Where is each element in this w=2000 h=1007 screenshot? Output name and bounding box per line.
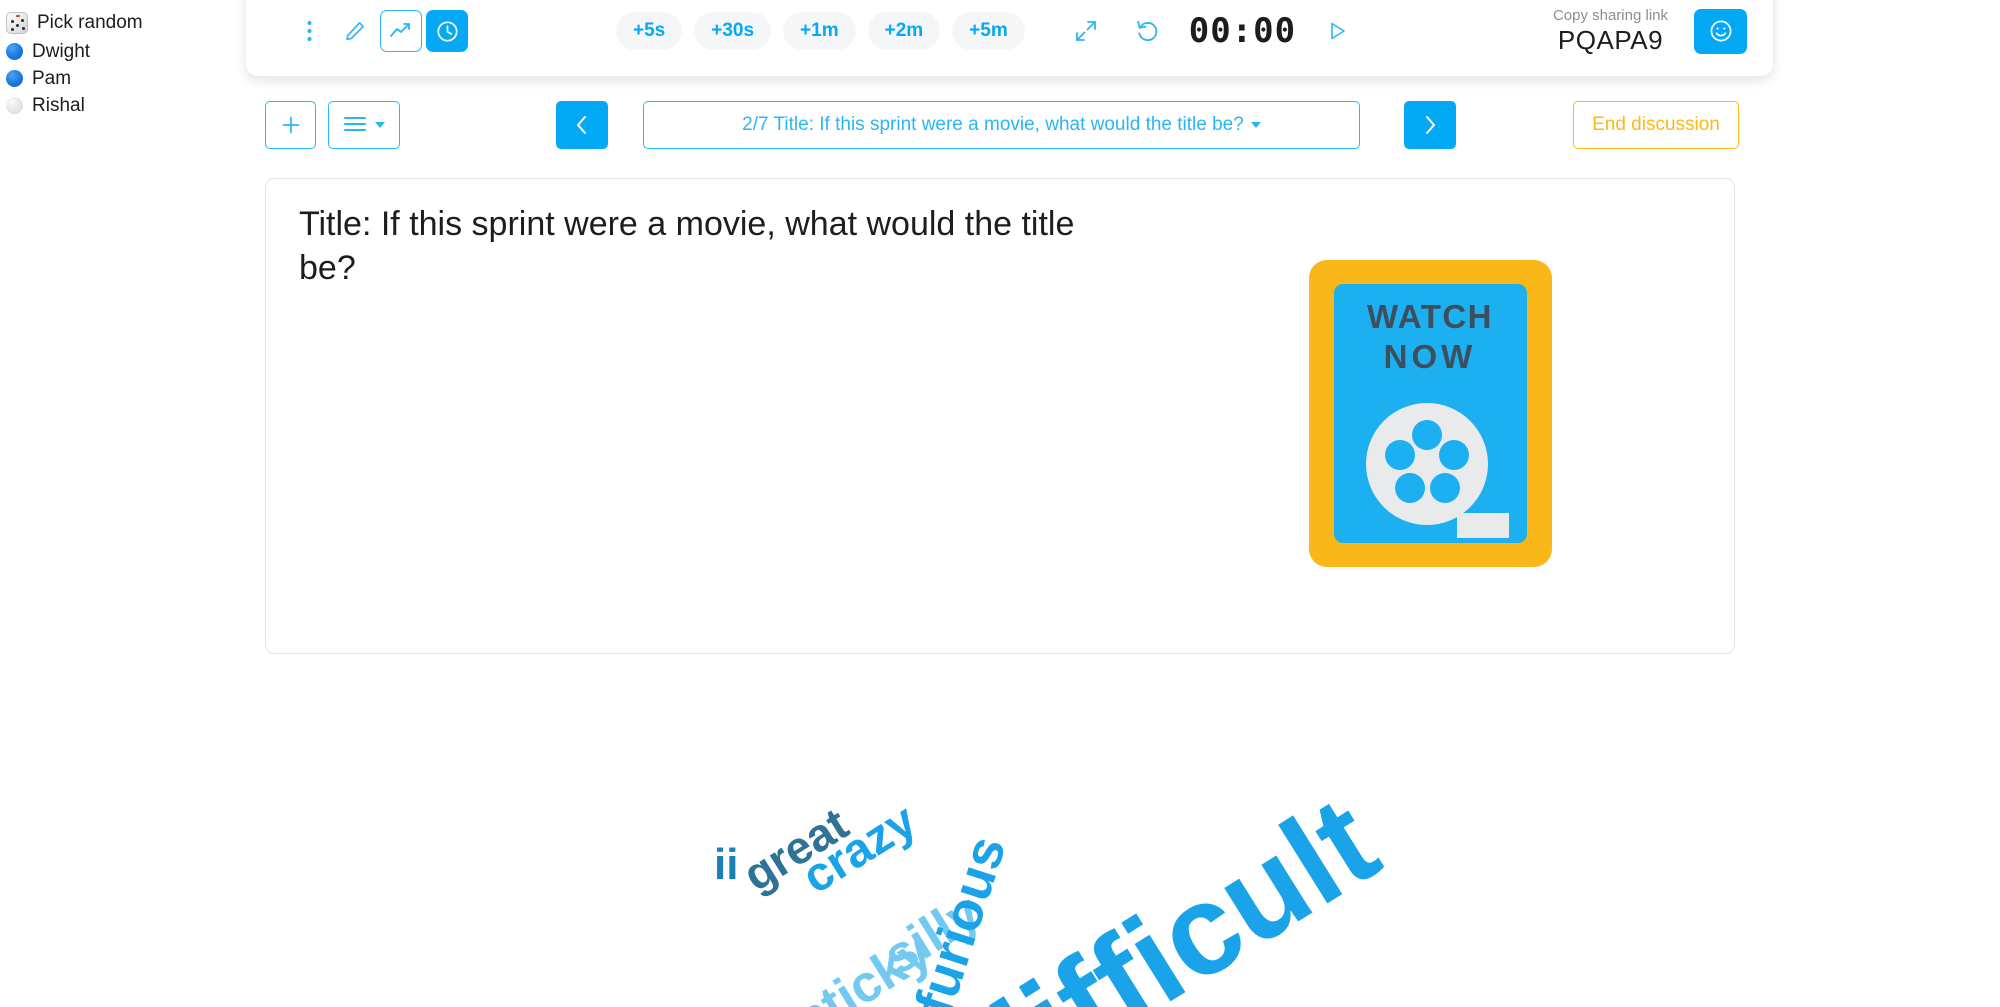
clock-icon[interactable] <box>426 10 468 52</box>
pick-random-label: Pick random <box>37 12 143 33</box>
question-selector-dropdown[interactable]: 2/7 Title: If this sprint were a movie, … <box>643 101 1360 149</box>
toolbar-tools-group <box>288 10 468 52</box>
increment-1m-button[interactable]: +1m <box>783 12 856 50</box>
pick-random-button[interactable]: Pick random <box>6 8 236 38</box>
participant-status-dot <box>6 43 23 60</box>
timer-display: 00:00 <box>1188 11 1297 51</box>
svg-text:NOW: NOW <box>1384 338 1477 375</box>
share-group: Copy sharing link PQAPA9 <box>1553 6 1747 57</box>
participant-status-dot <box>6 70 23 87</box>
share-link-label: Copy sharing link <box>1552 6 1668 24</box>
play-triangle-icon[interactable] <box>1316 10 1358 52</box>
svg-text:WATCH: WATCH <box>1367 298 1493 335</box>
hamburger-list-icon <box>343 115 367 136</box>
timer-controls-group: 00:00 <box>1065 10 1358 52</box>
copy-sharing-link-button[interactable]: Copy sharing link PQAPA9 <box>1553 6 1668 57</box>
participant-name: Pam <box>32 67 72 89</box>
increment-5s-button[interactable]: +5s <box>616 12 683 50</box>
share-code: PQAPA9 <box>1557 25 1664 56</box>
participant-row[interactable]: Dwight <box>6 38 236 65</box>
question-title: Title: If this sprint were a movie, what… <box>299 205 1075 287</box>
chevron-down-icon <box>375 122 385 128</box>
add-question-button[interactable] <box>265 101 316 149</box>
dice-icon <box>6 12 28 34</box>
reset-counterclockwise-icon[interactable] <box>1127 10 1169 52</box>
timer-increment-group: +5s +30s +1m +2m +5m <box>616 12 1025 50</box>
increment-2m-button[interactable]: +2m <box>867 12 941 50</box>
more-vertical-icon[interactable] <box>288 10 330 52</box>
word-cloud: ii great crazy sticky silly furious diff… <box>0 740 2000 1007</box>
participant-name: Dwight <box>32 40 91 62</box>
participant-row[interactable]: Pam <box>6 65 236 92</box>
end-discussion-button[interactable]: End discussion <box>1573 101 1739 149</box>
next-question-button[interactable] <box>1404 101 1456 149</box>
top-toolbar: +5s +30s +1m +2m +5m 00:00 Copy sharing … <box>246 0 1773 76</box>
expand-arrows-icon[interactable] <box>1065 10 1107 52</box>
trending-up-icon[interactable] <box>380 10 422 52</box>
increment-5m-button[interactable]: +5m <box>952 12 1025 50</box>
chevron-down-icon <box>1250 122 1261 128</box>
smiley-face-icon[interactable] <box>1694 8 1747 54</box>
question-selector-label: 2/7 Title: If this sprint were a movie, … <box>742 114 1244 135</box>
watch-now-movie-reel-graphic: WATCH NOW <box>1309 260 1552 567</box>
increment-30s-button[interactable]: +30s <box>694 12 772 50</box>
previous-question-button[interactable] <box>556 101 608 149</box>
question-nav-row: 2/7 Title: If this sprint were a movie, … <box>0 98 2000 154</box>
word-cloud-item: ii <box>714 840 739 889</box>
question-card: Title: If this sprint were a movie, what… <box>265 178 1735 654</box>
question-list-dropdown-button[interactable] <box>328 101 400 149</box>
app-root: Pick random Dwight Pam Rishal +5s +30s +… <box>0 0 2000 1007</box>
pencil-icon[interactable] <box>334 10 376 52</box>
